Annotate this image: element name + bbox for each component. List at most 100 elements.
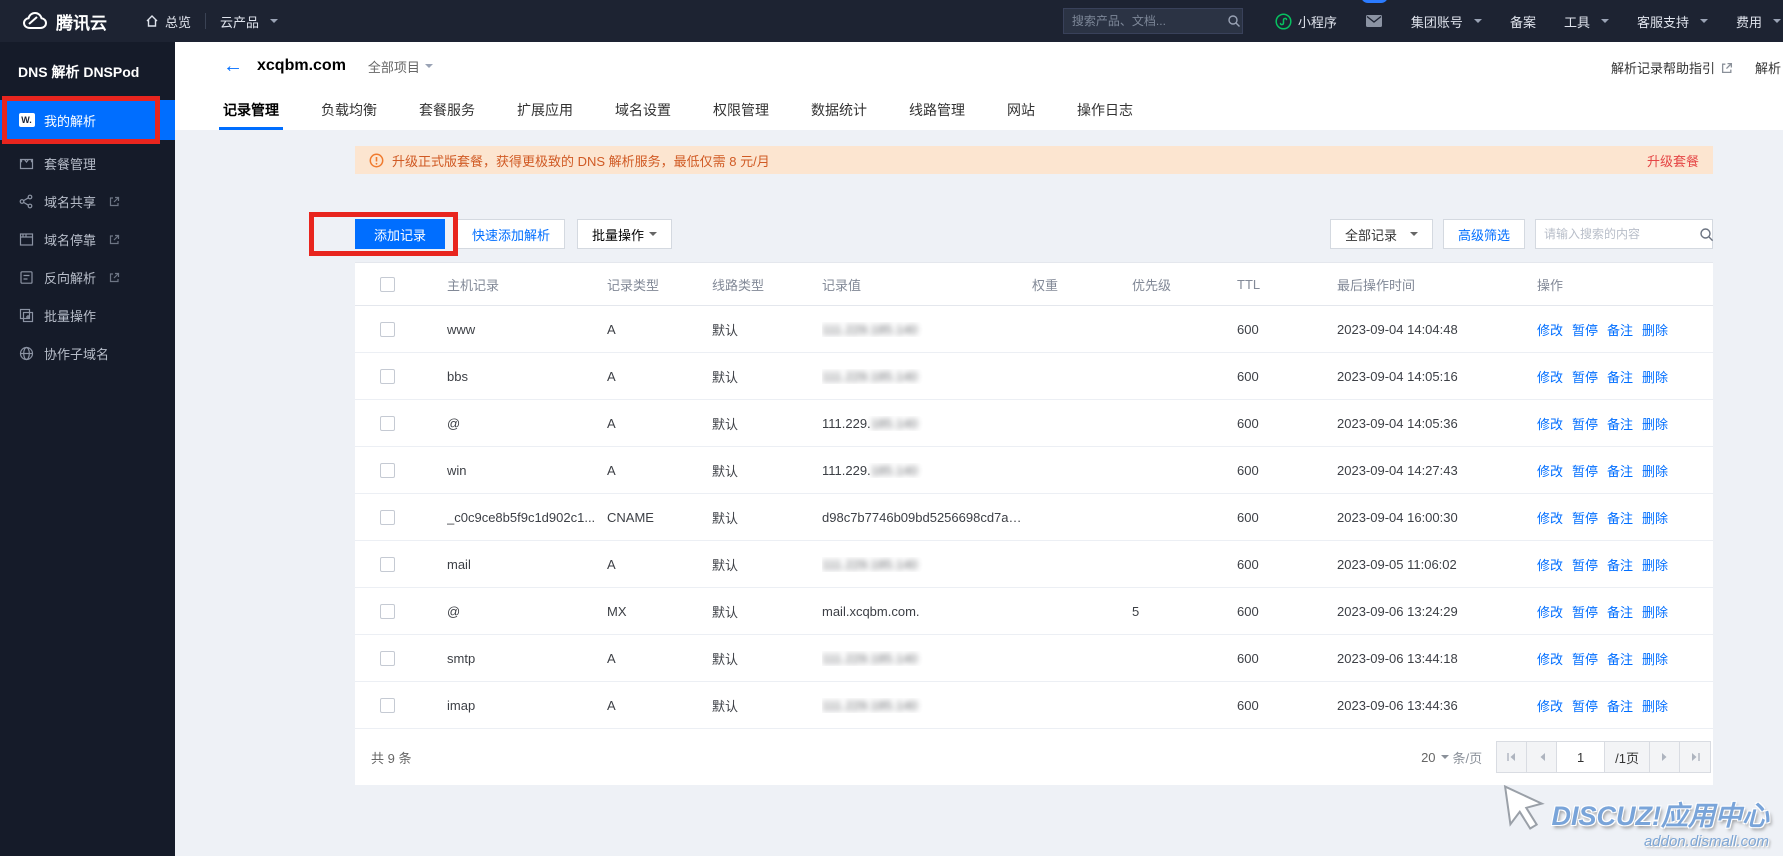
row-checkbox[interactable] xyxy=(379,368,395,384)
action-pause[interactable]: 暂停 xyxy=(1572,696,1598,715)
action-pause[interactable]: 暂停 xyxy=(1572,461,1598,480)
action-remark[interactable]: 备注 xyxy=(1607,602,1633,621)
topbar-messages[interactable]: 99+ xyxy=(1351,0,1397,42)
col-header-actions: 操作 xyxy=(1537,277,1564,293)
action-pause[interactable]: 暂停 xyxy=(1572,555,1598,574)
action-delete[interactable]: 删除 xyxy=(1642,696,1668,715)
topbar-overview[interactable]: 总览 xyxy=(131,0,205,42)
action-delete[interactable]: 删除 xyxy=(1642,602,1668,621)
row-checkbox[interactable] xyxy=(379,509,395,525)
cell-line: 默认 xyxy=(712,510,739,526)
tab-operation-log[interactable]: 操作日志 xyxy=(1077,90,1133,130)
row-checkbox[interactable] xyxy=(379,650,395,666)
row-checkbox[interactable] xyxy=(379,321,395,337)
topbar-mini-program[interactable]: 小程序 xyxy=(1261,0,1351,42)
tab-extensions[interactable]: 扩展应用 xyxy=(517,90,573,130)
action-delete[interactable]: 删除 xyxy=(1642,555,1668,574)
action-delete[interactable]: 删除 xyxy=(1642,320,1668,339)
sidebar-item-domain-share[interactable]: 域名共享 xyxy=(0,182,175,220)
tab-plan-service[interactable]: 套餐服务 xyxy=(419,90,475,130)
project-filter-dropdown[interactable]: 全部项目 xyxy=(368,57,433,76)
records-search[interactable] xyxy=(1535,219,1714,249)
action-remark[interactable]: 备注 xyxy=(1607,320,1633,339)
help-link-truncated[interactable]: 解析 xyxy=(1755,58,1781,77)
action-pause[interactable]: 暂停 xyxy=(1572,414,1598,433)
action-edit[interactable]: 修改 xyxy=(1537,508,1563,527)
action-edit[interactable]: 修改 xyxy=(1537,555,1563,574)
search-icon[interactable] xyxy=(1699,227,1714,242)
help-guide-link[interactable]: 解析记录帮助指引 xyxy=(1611,58,1715,77)
sidebar-item-collab-subdomain[interactable]: 协作子域名 xyxy=(0,334,175,372)
action-edit[interactable]: 修改 xyxy=(1537,696,1563,715)
quick-add-button[interactable]: 快速添加解析 xyxy=(457,219,566,249)
action-delete[interactable]: 删除 xyxy=(1642,649,1668,668)
action-pause[interactable]: 暂停 xyxy=(1572,508,1598,527)
tab-domain-settings[interactable]: 域名设置 xyxy=(615,90,671,130)
sidebar-item-reverse-dns[interactable]: 反向解析 xyxy=(0,258,175,296)
topbar-tools[interactable]: 工具 xyxy=(1550,0,1623,42)
advanced-filter-button[interactable]: 高级筛选 xyxy=(1442,219,1525,249)
tencent-cloud-logo[interactable]: 腾讯云 xyxy=(0,9,131,34)
next-page-icon[interactable] xyxy=(1650,742,1680,772)
topbar-search[interactable] xyxy=(1062,8,1243,34)
action-pause[interactable]: 暂停 xyxy=(1572,367,1598,386)
tab-permissions[interactable]: 权限管理 xyxy=(713,90,769,130)
action-remark[interactable]: 备注 xyxy=(1607,555,1633,574)
row-checkbox[interactable] xyxy=(379,697,395,713)
page-size-dropdown[interactable]: 20 条/页 xyxy=(1421,748,1482,767)
last-page-icon[interactable] xyxy=(1680,742,1710,772)
action-remark[interactable]: 备注 xyxy=(1607,508,1633,527)
sidebar-item-batch-ops[interactable]: 批量操作 xyxy=(0,296,175,334)
topbar-group-account[interactable]: 集团账号 xyxy=(1397,0,1496,42)
batch-actions-button[interactable]: 批量操作 xyxy=(577,219,673,249)
cell-value: 111.229.185.140 xyxy=(822,415,918,431)
add-record-button[interactable]: 添加记录 xyxy=(355,219,445,249)
prev-page-icon[interactable] xyxy=(1527,742,1558,772)
row-checkbox[interactable] xyxy=(379,415,395,431)
action-delete[interactable]: 删除 xyxy=(1642,414,1668,433)
cell-value: 111.229.185.140 xyxy=(822,368,918,384)
sidebar-item-package[interactable]: 套餐管理 xyxy=(0,144,175,182)
action-remark[interactable]: 备注 xyxy=(1607,461,1633,480)
action-edit[interactable]: 修改 xyxy=(1537,320,1563,339)
sidebar-item-domain-parking[interactable]: 域名停靠 xyxy=(0,220,175,258)
action-pause[interactable]: 暂停 xyxy=(1572,649,1598,668)
tab-load-balancing[interactable]: 负载均衡 xyxy=(321,90,377,130)
action-remark[interactable]: 备注 xyxy=(1607,414,1633,433)
search-icon[interactable] xyxy=(1227,14,1241,28)
action-pause[interactable]: 暂停 xyxy=(1572,602,1598,621)
action-edit[interactable]: 修改 xyxy=(1537,461,1563,480)
tab-record-management[interactable]: 记录管理 xyxy=(219,90,283,130)
copy-icon xyxy=(18,307,35,324)
page-number-input[interactable] xyxy=(1557,742,1606,772)
action-remark[interactable]: 备注 xyxy=(1607,696,1633,715)
tab-website[interactable]: 网站 xyxy=(1007,90,1035,130)
topbar-cloud-products[interactable]: 云产品 xyxy=(206,0,292,42)
action-remark[interactable]: 备注 xyxy=(1607,367,1633,386)
action-edit[interactable]: 修改 xyxy=(1537,649,1563,668)
upgrade-plan-link[interactable]: 升级套餐 xyxy=(1647,151,1699,170)
topbar-search-input[interactable] xyxy=(1071,14,1227,28)
action-remark[interactable]: 备注 xyxy=(1607,649,1633,668)
action-edit[interactable]: 修改 xyxy=(1537,602,1563,621)
select-all-checkbox[interactable] xyxy=(379,276,395,292)
action-edit[interactable]: 修改 xyxy=(1537,367,1563,386)
topbar-support[interactable]: 客服支持 xyxy=(1623,0,1722,42)
sidebar-item-my-dns[interactable]: W. 我的解析 xyxy=(0,96,175,144)
action-pause[interactable]: 暂停 xyxy=(1572,320,1598,339)
action-delete[interactable]: 删除 xyxy=(1642,367,1668,386)
row-checkbox[interactable] xyxy=(379,603,395,619)
first-page-icon[interactable] xyxy=(1497,742,1528,772)
records-search-input[interactable] xyxy=(1544,227,1699,241)
tab-line-management[interactable]: 线路管理 xyxy=(909,90,965,130)
action-delete[interactable]: 删除 xyxy=(1642,461,1668,480)
tab-statistics[interactable]: 数据统计 xyxy=(811,90,867,130)
row-checkbox[interactable] xyxy=(379,556,395,572)
topbar-beian[interactable]: 备案 xyxy=(1496,0,1550,42)
record-filter-dropdown[interactable]: 全部记录 xyxy=(1329,219,1433,249)
back-arrow-icon[interactable]: ← xyxy=(223,56,243,76)
topbar-billing[interactable]: 费用 xyxy=(1722,0,1783,42)
action-edit[interactable]: 修改 xyxy=(1537,414,1563,433)
action-delete[interactable]: 删除 xyxy=(1642,508,1668,527)
row-checkbox[interactable] xyxy=(379,462,395,478)
